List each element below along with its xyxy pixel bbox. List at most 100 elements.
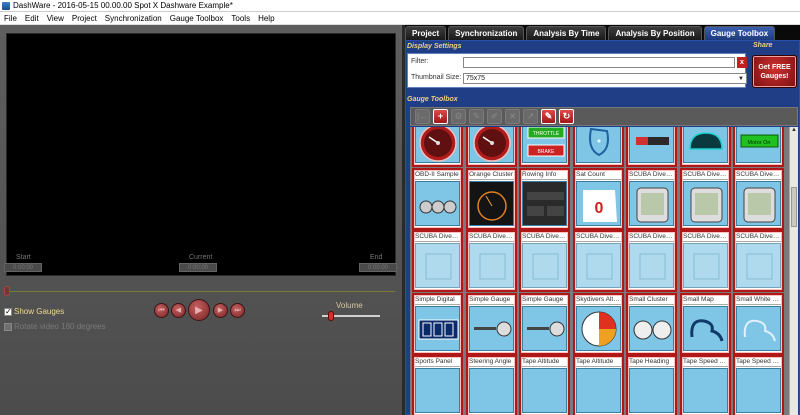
menu-gauge-toolbox[interactable]: Gauge Toolbox xyxy=(166,14,228,23)
show-gauges-checkbox[interactable]: ✓ xyxy=(4,307,12,316)
gauge-name: SCUBA Dive Computer xyxy=(629,171,674,180)
gauge-name: Simple Gauge xyxy=(522,296,567,305)
delete-icon[interactable]: ✕ xyxy=(505,109,520,124)
menu-view[interactable]: View xyxy=(43,14,68,23)
gauge-tile[interactable]: SCUBA Dive Computer xyxy=(733,168,784,230)
step-back-button[interactable]: ◀ xyxy=(171,303,186,318)
gauge-tile[interactable]: SCUBA Dive Computer xyxy=(680,230,731,292)
gauge-thumbnail xyxy=(469,306,514,351)
play-button[interactable]: ▶ xyxy=(188,299,210,321)
gauge-tile[interactable]: SCUBA Dive Computer xyxy=(519,230,570,292)
scroll-up-icon[interactable]: ▲ xyxy=(790,127,798,136)
gauge-grid-scrollbar[interactable]: ▲ xyxy=(789,127,798,415)
gauge-tile[interactable]: Motor On xyxy=(733,127,784,167)
settings-icon[interactable]: ⚙ xyxy=(451,109,466,124)
timeline-track[interactable] xyxy=(7,291,395,292)
menu-file[interactable]: File xyxy=(0,14,21,23)
tools-icon[interactable]: ✎ xyxy=(469,109,484,124)
gauge-thumbnail xyxy=(522,306,567,351)
tab-project[interactable]: Project xyxy=(405,26,447,40)
skip-start-button[interactable]: ⏮ xyxy=(154,303,169,318)
get-free-gauges-button[interactable]: Get FREE Gauges! xyxy=(752,55,797,88)
gauge-tile[interactable]: Tape Altitude xyxy=(519,355,570,415)
gauge-tile[interactable]: Tape Heading xyxy=(626,355,677,415)
step-forward-button[interactable]: ▶ xyxy=(213,303,228,318)
gauge-tile[interactable]: SCUBA Dive Computer xyxy=(412,230,463,292)
gauge-tile[interactable] xyxy=(626,127,677,167)
menu-project[interactable]: Project xyxy=(68,14,101,23)
gauge-thumbnail xyxy=(415,368,460,413)
thumbnail-size-select[interactable]: 75x75 ▼ xyxy=(463,73,747,84)
video-preview[interactable] xyxy=(6,33,396,276)
import-icon[interactable]: ✎ xyxy=(541,109,556,124)
gauge-tile[interactable] xyxy=(680,127,731,167)
gauge-tile[interactable]: Tape Speed Kph xyxy=(733,355,784,415)
gauge-tile[interactable]: Tape Altitude xyxy=(573,355,624,415)
first-icon[interactable]: |← xyxy=(415,109,430,124)
gauge-name: SCUBA Dive Computer xyxy=(469,233,514,242)
add-icon[interactable]: + xyxy=(433,109,448,124)
gauge-tile[interactable]: Orange Cluster xyxy=(466,168,517,230)
gauge-tile[interactable]: SCUBA Dive Computer xyxy=(626,230,677,292)
gauge-tile[interactable]: Skydivers Altimeter xyxy=(573,293,624,355)
tab-analysis-by-position[interactable]: Analysis By Position xyxy=(608,26,702,40)
scroll-thumb[interactable] xyxy=(791,187,797,227)
rotate-checkbox[interactable] xyxy=(4,323,12,331)
volume-knob[interactable] xyxy=(328,311,334,321)
gauge-tile[interactable]: Sports Panel xyxy=(412,355,463,415)
refresh-icon[interactable]: ↻ xyxy=(559,109,574,124)
end-time-field[interactable]: 0:00:00 xyxy=(359,263,397,272)
gauge-tile[interactable]: SCUBA Dive Computer xyxy=(466,230,517,292)
gauge-tile[interactable]: Simple Gauge xyxy=(519,293,570,355)
menu-edit[interactable]: Edit xyxy=(21,14,43,23)
filter-input[interactable] xyxy=(463,57,735,68)
gauge-name: Tape Altitude xyxy=(522,358,567,367)
clear-filter-icon[interactable]: x xyxy=(737,57,747,68)
edit-icon[interactable]: ✐ xyxy=(487,109,502,124)
start-time-field[interactable]: 0:00:00 xyxy=(4,263,42,272)
gauge-tile[interactable] xyxy=(412,127,463,167)
gauge-tile[interactable]: OBD-II Sample xyxy=(412,168,463,230)
gauge-thumbnail: THROTTLE BRAKE xyxy=(522,127,567,163)
gauge-tile[interactable]: Tape Speed Knots xyxy=(680,355,731,415)
gauge-tile[interactable]: Small Map xyxy=(680,293,731,355)
gauge-thumbnail xyxy=(469,243,514,288)
gauge-tile[interactable]: SCUBA Dive Computer xyxy=(733,230,784,292)
current-time-field[interactable]: 0:00:00 xyxy=(179,263,217,272)
gauge-tile[interactable]: Simple Gauge xyxy=(466,293,517,355)
gauge-name: SCUBA Dive Computer xyxy=(736,171,781,180)
current-label: Current xyxy=(189,254,213,261)
share-heading: Share xyxy=(753,42,773,49)
gauge-tile[interactable] xyxy=(573,127,624,167)
tab-gauge-toolbox[interactable]: Gauge Toolbox xyxy=(703,26,776,40)
menu-help[interactable]: Help xyxy=(254,14,278,23)
tab-analysis-by-time[interactable]: Analysis By Time xyxy=(526,26,607,40)
display-settings-heading: Display Settings xyxy=(407,43,462,50)
tab-synchronization[interactable]: Synchronization xyxy=(448,26,525,40)
timeline-marker[interactable] xyxy=(4,286,10,296)
gauge-tile[interactable]: Small Cluster xyxy=(626,293,677,355)
gauge-tile[interactable]: Sat Count 0 xyxy=(573,168,624,230)
gauge-thumbnail xyxy=(629,127,674,163)
menu-bar: File Edit View Project Synchronization Gauge … xyxy=(0,12,800,25)
menu-synchronization[interactable]: Synchronization xyxy=(101,14,166,23)
gauge-tile[interactable]: Small White Map xyxy=(733,293,784,355)
chevron-down-icon: ▼ xyxy=(738,76,744,82)
svg-text:Motor On: Motor On xyxy=(748,140,771,146)
gauge-tile[interactable]: Simple Digital xyxy=(412,293,463,355)
export-icon[interactable]: ↗ xyxy=(523,109,538,124)
gauge-tile[interactable]: THROTTLE BRAKE xyxy=(519,127,570,167)
skip-end-button[interactable]: ⏭ xyxy=(230,303,245,318)
menu-tools[interactable]: Tools xyxy=(227,14,254,23)
gauge-name: Tape Speed Knots xyxy=(683,358,728,367)
gauge-tile[interactable]: SCUBA Dive Computer xyxy=(626,168,677,230)
gauge-tile[interactable]: Rowing Info xyxy=(519,168,570,230)
gauge-thumbnail xyxy=(629,181,674,226)
gauge-tile[interactable]: Steering Angle xyxy=(466,355,517,415)
gauge-tile[interactable]: SCUBA Dive Computer xyxy=(573,230,624,292)
gauge-name: SCUBA Dive Computer xyxy=(736,233,781,242)
gauge-name: Orange Cluster xyxy=(469,171,514,180)
gauge-tile[interactable] xyxy=(466,127,517,167)
gauge-tile[interactable]: SCUBA Dive Computer xyxy=(680,168,731,230)
gauge-name: Sat Count xyxy=(576,171,621,180)
